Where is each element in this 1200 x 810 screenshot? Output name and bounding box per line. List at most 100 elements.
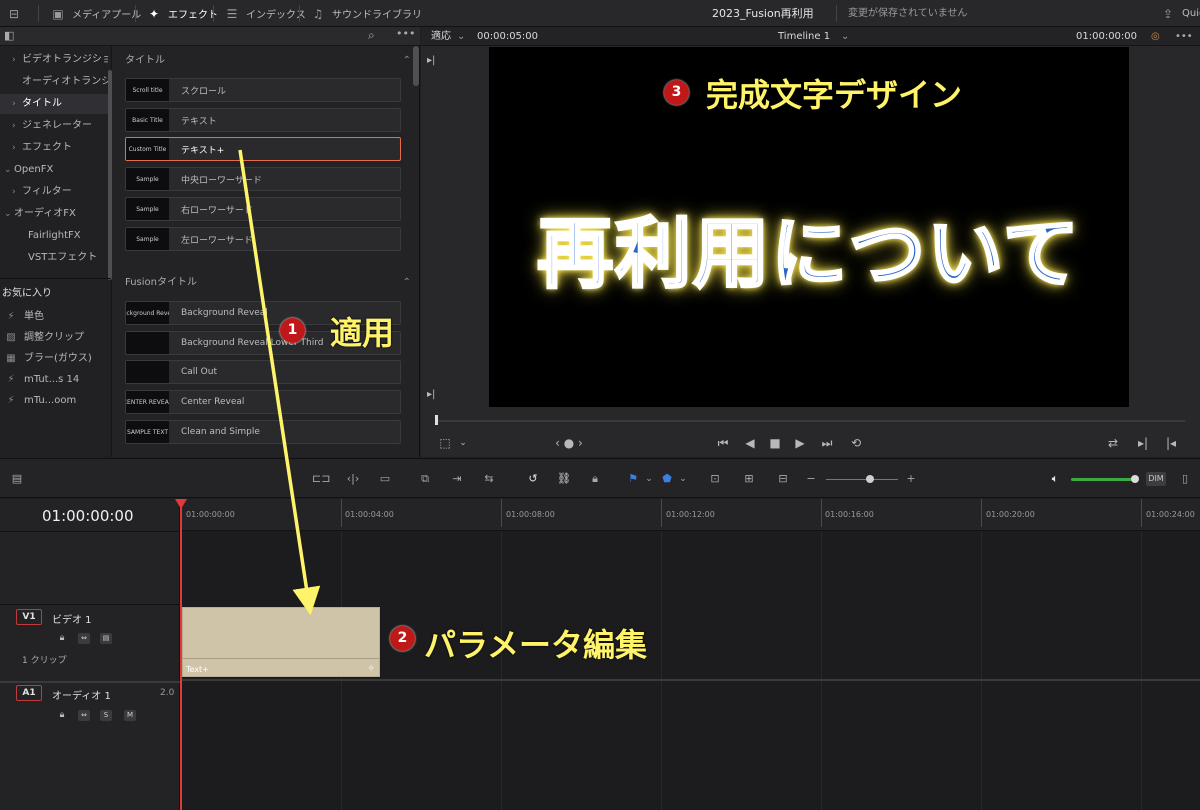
fusion-title-tile[interactable]: Call Out	[125, 360, 401, 384]
replace-clip-icon[interactable]: ▭	[376, 470, 394, 488]
category-item[interactable]: オーディオトランジ…	[0, 72, 108, 92]
loop-icon[interactable]: ⟲	[846, 433, 866, 453]
volume-slider-track[interactable]	[1071, 478, 1135, 481]
favorite-item[interactable]: ▨ 調整クリップ	[0, 327, 110, 348]
playhead-handle[interactable]	[175, 499, 187, 509]
play-icon[interactable]: ▶	[790, 433, 810, 453]
zoom-out-icon[interactable]: −	[802, 470, 820, 488]
transform-icon[interactable]: ⬚	[435, 433, 455, 453]
zoom-full-icon[interactable]: ⊡	[706, 470, 724, 488]
snapping-icon[interactable]: ↺	[524, 470, 542, 488]
audio-track-header[interactable]: A1 オーディオ 1 2.0 🔒︎ ⇔ S M	[0, 681, 180, 741]
match-frame-icon[interactable]: ⇄	[1103, 433, 1123, 453]
more-options-icon[interactable]: •••	[1175, 27, 1193, 46]
track-badge-v1[interactable]: V1	[16, 609, 42, 625]
index-button[interactable]: ☰ インデックス	[224, 0, 306, 27]
timeline-clip-text-plus[interactable]: Text+ ✧	[182, 607, 380, 677]
search-icon[interactable]: ⌕	[368, 28, 375, 43]
insert-clip-icon[interactable]: ⊏⊐	[312, 470, 330, 488]
effects-button[interactable]: ✦ エフェクト	[146, 0, 218, 27]
lock-icon[interactable]: 🔒︎	[56, 633, 68, 644]
film-icon[interactable]: ▤	[100, 633, 112, 644]
next-edit-icon[interactable]: ▸|	[427, 389, 435, 400]
category-item[interactable]: ⌄ オーディオFX	[0, 204, 108, 224]
auto-select-icon[interactable]: ⇔	[78, 710, 90, 721]
mute-button[interactable]: M	[124, 710, 136, 721]
chevron-down-icon[interactable]: ⌄	[674, 470, 692, 488]
scrubber-handle[interactable]	[435, 415, 438, 425]
zoom-detail-icon[interactable]: ⊞	[740, 470, 758, 488]
category-item[interactable]: › エフェクト	[0, 138, 108, 158]
jog-control[interactable]: ‹ ● ›	[549, 433, 589, 453]
panel-toggle-button[interactable]: ⊟	[6, 0, 22, 27]
category-item-titles[interactable]: › タイトル	[0, 94, 108, 114]
zoom-slider-track[interactable]	[826, 479, 898, 480]
category-scrollbar[interactable]	[108, 70, 112, 280]
video-track-header[interactable]: V1 ビデオ 1 🔒︎ ⇔ ▤ 1 クリップ	[0, 604, 180, 680]
playhead-line[interactable]	[180, 499, 182, 810]
auto-select-icon[interactable]: ⇔	[78, 633, 90, 644]
favorite-item[interactable]: ⚡ mTu...oom	[0, 390, 110, 411]
category-item[interactable]: ⌄ OpenFX	[0, 160, 108, 180]
favorite-item[interactable]: ▦ ブラー(ガウス)	[0, 348, 110, 369]
meter-icon[interactable]: ▯	[1176, 470, 1194, 488]
title-tile-lower-third-right[interactable]: Sample 右ローワーサード	[125, 197, 401, 221]
ripple-icon[interactable]: ⇆	[480, 470, 498, 488]
title-tile-text[interactable]: Basic Title テキスト	[125, 108, 401, 132]
mark-out-icon[interactable]: |◂	[1161, 433, 1181, 453]
lock-icon[interactable]: 🔒︎	[586, 470, 604, 488]
title-tile-text-plus[interactable]: Custom Title テキスト+	[125, 137, 401, 161]
title-tile-lower-third-center[interactable]: Sample 中央ローワーサード	[125, 167, 401, 191]
timeline-view-icon[interactable]: ▤	[8, 470, 26, 488]
previous-edit-icon[interactable]: ▸|	[427, 55, 435, 66]
timeline-name[interactable]: Timeline 1	[778, 27, 830, 46]
ruler-label: 01:00:12:00	[666, 510, 715, 519]
chevron-down-icon[interactable]: ⌄	[640, 470, 658, 488]
track-badge-a1[interactable]: A1	[16, 685, 42, 701]
fusion-title-tile[interactable]: CENTER REVEALCenter Reveal	[125, 390, 401, 414]
title-tile-scroll[interactable]: Scroll title スクロール	[125, 78, 401, 102]
volume-slider-handle[interactable]	[1131, 475, 1139, 483]
zoom-slider-handle[interactable]	[866, 475, 874, 483]
mark-in-icon[interactable]: ▸|	[1133, 433, 1153, 453]
fusion-title-tile[interactable]: SAMPLE TEXT Clean and Simple	[125, 420, 401, 444]
solo-button[interactable]: S	[100, 710, 112, 721]
dim-button[interactable]: DIM	[1146, 472, 1166, 486]
sidebar-toggle-icon[interactable]: ◧	[4, 29, 14, 42]
category-item[interactable]: › フィルター	[0, 182, 108, 202]
go-to-start-icon[interactable]: ⏮	[713, 433, 733, 453]
go-to-end-icon[interactable]: ⏭	[817, 433, 837, 453]
stop-icon[interactable]: ■	[765, 433, 785, 453]
fusion-titles-section-header[interactable]: Fusionタイトル ⌃	[125, 275, 411, 291]
play-reverse-icon[interactable]: ◀	[740, 433, 760, 453]
timeline-ruler[interactable]: 01:00:00:00 01:00:04:00 01:00:08:00 01:0…	[181, 499, 1200, 531]
place-on-top-icon[interactable]: ⧉	[416, 470, 434, 488]
link-icon[interactable]: ⛓	[555, 470, 573, 488]
color-wheel-icon[interactable]: ◎	[1151, 27, 1160, 46]
scrubber-bar[interactable]	[435, 420, 1185, 422]
title-tile-lower-third-left[interactable]: Sample 左ローワーサード	[125, 227, 401, 251]
chevron-down-icon[interactable]: ⌄	[457, 433, 469, 453]
more-options-icon[interactable]: •••	[396, 27, 415, 40]
favorite-item[interactable]: ⚡ mTut...s 14	[0, 369, 110, 390]
sound-library-button[interactable]: ♫ サウンドライブラリ	[310, 0, 422, 27]
category-item[interactable]: FairlightFX	[0, 226, 108, 246]
append-icon[interactable]: ⇥	[448, 470, 466, 488]
zoom-in-icon[interactable]: +	[902, 470, 920, 488]
media-pool-button[interactable]: ▣ メディアプール	[50, 0, 141, 27]
overwrite-clip-icon[interactable]: ‹|›	[344, 470, 362, 488]
divider	[135, 5, 136, 22]
chevron-down-icon[interactable]: ⌄	[841, 27, 849, 46]
lock-icon[interactable]: 🔒︎	[56, 710, 68, 721]
zoom-custom-icon[interactable]: ⊟	[774, 470, 792, 488]
category-item[interactable]: VSTエフェクト	[0, 248, 108, 268]
category-item[interactable]: › ジェネレーター	[0, 116, 108, 136]
fit-dropdown[interactable]: 適応	[431, 27, 451, 46]
chevron-down-icon[interactable]: ⌄	[457, 27, 465, 46]
library-scrollbar[interactable]	[413, 46, 419, 86]
titles-section-header[interactable]: タイトル ⌃	[125, 53, 411, 69]
category-item[interactable]: ›ビデオトランジション	[0, 50, 108, 70]
quick-export-button[interactable]: ⇪ Quic	[1160, 0, 1200, 27]
favorite-item[interactable]: ⚡ 単色	[0, 306, 110, 327]
speaker-icon[interactable]: 🔈︎	[1046, 470, 1064, 488]
